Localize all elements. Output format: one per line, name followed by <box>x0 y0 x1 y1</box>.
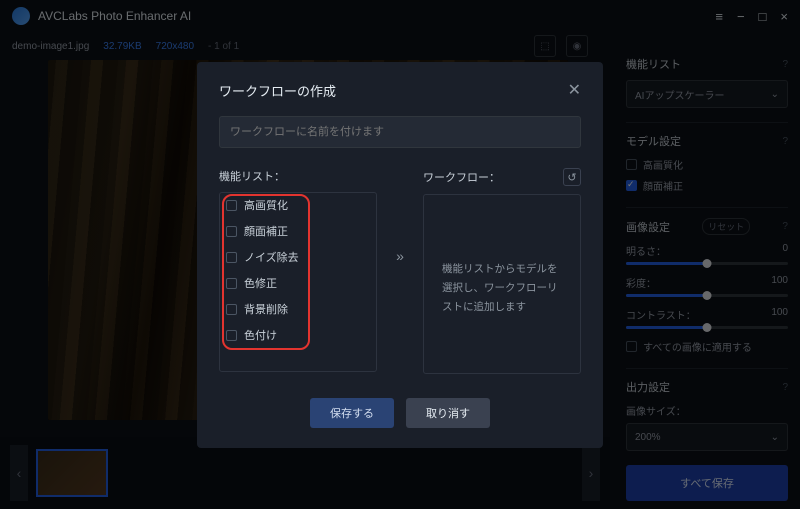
modal-backdrop: ワークフローの作成 ✕ 機能リスト： 高画質化 顔面補正 ノイズ除去 色修正 背… <box>0 0 800 509</box>
workflow-name-input[interactable] <box>219 116 581 148</box>
feature-item-color[interactable]: 色修正 <box>226 275 370 291</box>
transfer-arrow-icon[interactable]: » <box>389 248 411 264</box>
feature-list-box: 高画質化 顔面補正 ノイズ除去 色修正 背景削除 色付け <box>219 192 377 372</box>
feature-item-colorize[interactable]: 色付け <box>226 327 370 343</box>
modal-title: ワークフローの作成 <box>219 81 336 100</box>
features-header: 機能リスト： <box>219 168 285 184</box>
workflow-modal: ワークフローの作成 ✕ 機能リスト： 高画質化 顔面補正 ノイズ除去 色修正 背… <box>197 62 603 448</box>
cancel-button[interactable]: 取り消す <box>406 398 490 428</box>
feature-item-upscale[interactable]: 高画質化 <box>226 197 370 213</box>
workflow-box: 機能リストからモデルを選択し、ワークフローリストに追加します <box>423 194 581 374</box>
workflow-empty-text: 機能リストからモデルを選択し、ワークフローリストに追加します <box>432 205 572 317</box>
save-button[interactable]: 保存する <box>310 398 394 428</box>
workflow-header: ワークフロー： <box>423 169 500 185</box>
feature-item-denoise[interactable]: ノイズ除去 <box>226 249 370 265</box>
feature-item-bgremove[interactable]: 背景削除 <box>226 301 370 317</box>
close-icon[interactable]: ✕ <box>568 80 581 100</box>
reset-workflow-icon[interactable]: ↺ <box>563 168 581 186</box>
feature-item-face[interactable]: 顔面補正 <box>226 223 370 239</box>
